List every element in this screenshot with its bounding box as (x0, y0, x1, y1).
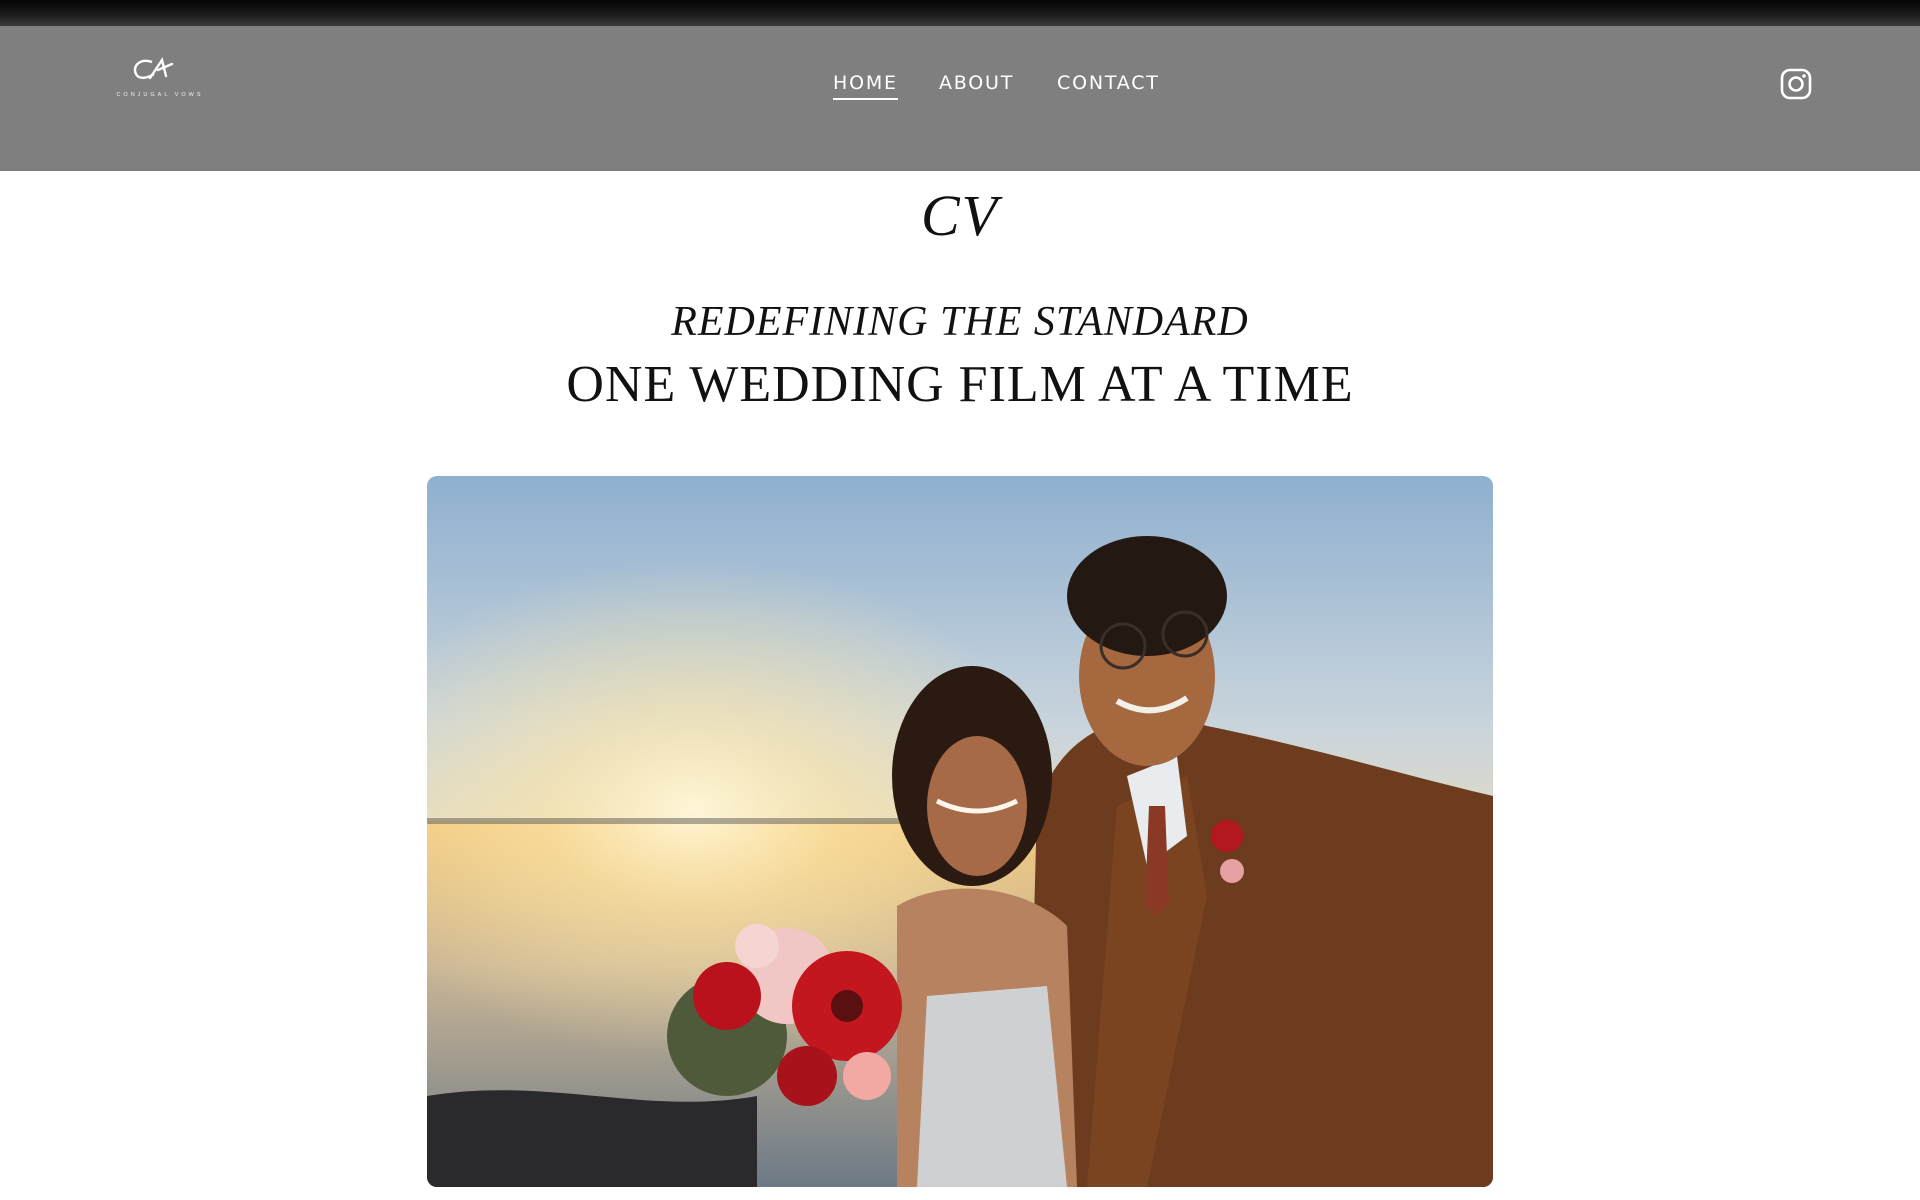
nav-home[interactable]: HOME (833, 72, 898, 100)
site-header: CONJUGAL VOWS HOME ABOUT CONTACT (0, 26, 1920, 171)
wedding-couple-photo (427, 476, 1493, 1187)
nav-about[interactable]: ABOUT (939, 72, 1014, 98)
instagram-link[interactable] (1780, 68, 1812, 100)
instagram-icon (1780, 68, 1812, 100)
hero-image (427, 476, 1493, 1187)
headline-tagline: REDEFINING THE STANDARD (671, 299, 1249, 345)
headline-main: ONE WEDDING FILM AT A TIME (566, 356, 1354, 413)
main-nav: HOME ABOUT CONTACT (0, 72, 1920, 112)
nav-contact[interactable]: CONTACT (1057, 72, 1160, 98)
monogram-logo: CV (920, 183, 1000, 248)
top-dark-strip (0, 0, 1920, 26)
